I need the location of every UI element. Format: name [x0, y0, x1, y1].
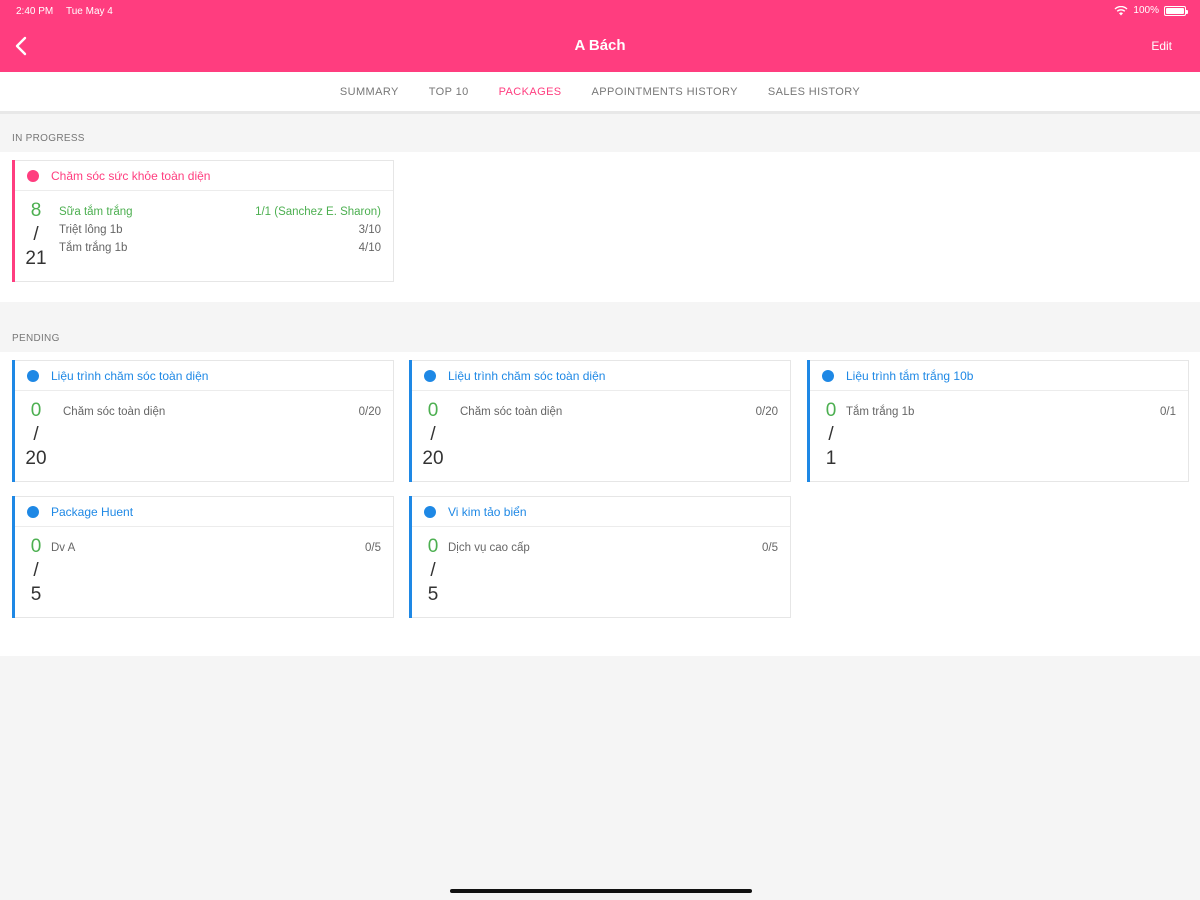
- service-row: Dịch vụ cao cấp 0/5: [448, 539, 778, 557]
- service-list: Chăm sóc toàn diện 0/20: [63, 403, 381, 421]
- count-separator: /: [33, 424, 39, 445]
- service-list: Sữa tắm trắng 1/1 (Sanchez E. Sharon) Tr…: [59, 203, 381, 257]
- service-name: Triệt lông 1b: [59, 224, 123, 236]
- package-card[interactable]: Liệu trình tắm trắng 10b 0 / 1 Tắm trắng…: [807, 360, 1189, 482]
- package-card[interactable]: Liệu trình chăm sóc toàn diện 0 / 20 Chă…: [409, 360, 791, 482]
- service-usage: 3/10: [358, 224, 381, 236]
- page-title: A Bách: [574, 37, 626, 54]
- card-header: Package Huent: [15, 497, 393, 527]
- status-dot-icon: [27, 370, 39, 382]
- count-total: 5: [30, 584, 42, 605]
- app-header: 2:40 PM Tue May 4 100% A Bách Edit: [0, 0, 1200, 72]
- package-card[interactable]: Liệu trình chăm sóc toàn diện 0 / 20 Chă…: [12, 360, 394, 482]
- service-row: Dv A 0/5: [51, 539, 381, 557]
- card-header: Liệu trình chăm sóc toàn diện: [412, 361, 790, 391]
- status-dot-icon: [27, 170, 39, 182]
- service-usage: 0/20: [755, 406, 778, 418]
- count-separator: /: [828, 424, 834, 445]
- card-title: Liệu trình chăm sóc toàn diện: [448, 369, 606, 383]
- count-done: 0: [825, 400, 837, 421]
- count-total: 20: [422, 448, 444, 469]
- count-done: 0: [427, 400, 439, 421]
- card-header: Liệu trình chăm sóc toàn diện: [15, 361, 393, 391]
- service-row: Tắm trắng 1b 4/10: [59, 239, 381, 257]
- service-usage: 0/5: [365, 542, 381, 554]
- service-row: Chăm sóc toàn diện 0/20: [63, 403, 381, 421]
- status-bar: 2:40 PM Tue May 4 100%: [0, 0, 1200, 22]
- service-name: Sữa tắm trắng: [59, 206, 133, 218]
- package-card[interactable]: Package Huent 0 / 5 Dv A 0/5: [12, 496, 394, 618]
- usage-count: 0 / 5: [25, 535, 47, 607]
- wifi-icon: [1114, 5, 1128, 15]
- count-total: 5: [427, 584, 439, 605]
- card-title: Liệu trình chăm sóc toàn diện: [51, 369, 209, 383]
- tab-top-10[interactable]: TOP 10: [429, 86, 469, 98]
- package-card[interactable]: Chăm sóc sức khỏe toàn diện 8 / 21 Sữa t…: [12, 160, 394, 282]
- usage-count: 0 / 20: [25, 399, 47, 471]
- card-header: Liệu trình tắm trắng 10b: [810, 361, 1188, 391]
- service-list: Tắm trắng 1b 0/1: [846, 403, 1176, 421]
- service-list: Dv A 0/5: [51, 539, 381, 557]
- status-dot-icon: [424, 506, 436, 518]
- count-separator: /: [430, 560, 436, 581]
- service-usage: 0/20: [358, 406, 381, 418]
- card-title: Liệu trình tắm trắng 10b: [846, 369, 974, 383]
- usage-count: 0 / 20: [422, 399, 444, 471]
- service-row: Tắm trắng 1b 0/1: [846, 403, 1176, 421]
- service-list: Chăm sóc toàn diện 0/20: [460, 403, 778, 421]
- status-dot-icon: [27, 506, 39, 518]
- count-separator: /: [33, 224, 39, 245]
- service-row: Chăm sóc toàn diện 0/20: [460, 403, 778, 421]
- card-title: Package Huent: [51, 505, 134, 519]
- tab-appointments-history[interactable]: APPOINTMENTS HISTORY: [592, 86, 738, 98]
- status-time: 2:40 PM: [16, 6, 54, 17]
- service-name: Chăm sóc toàn diện: [460, 406, 563, 418]
- count-done: 8: [30, 200, 42, 221]
- service-name: Dịch vụ cao cấp: [448, 542, 530, 554]
- service-usage: 1/1 (Sanchez E. Sharon): [255, 206, 381, 218]
- battery-icon: [1164, 5, 1188, 16]
- card-header: Vi kim tảo biển: [412, 497, 790, 527]
- tab-bar: SUMMARY TOP 10 PACKAGES APPOINTMENTS HIS…: [0, 72, 1200, 114]
- count-separator: /: [33, 560, 39, 581]
- service-name: Dv A: [51, 542, 76, 554]
- service-usage: 0/5: [762, 542, 778, 554]
- service-row: Triệt lông 1b 3/10: [59, 221, 381, 239]
- count-done: 0: [30, 400, 42, 421]
- count-total: 20: [25, 448, 47, 469]
- status-dot-icon: [822, 370, 834, 382]
- edit-button[interactable]: Edit: [1151, 39, 1172, 53]
- package-card[interactable]: Vi kim tảo biển 0 / 5 Dịch vụ cao cấp 0/…: [409, 496, 791, 618]
- count-done: 0: [30, 536, 42, 557]
- status-right: 100%: [1114, 5, 1188, 16]
- usage-count: 8 / 21: [25, 199, 47, 271]
- status-date: Tue May 4: [66, 6, 113, 17]
- count-total: 1: [825, 448, 837, 469]
- tab-summary[interactable]: SUMMARY: [340, 86, 399, 98]
- battery-percent: 100%: [1133, 5, 1159, 16]
- card-title: Vi kim tảo biển: [448, 505, 527, 519]
- service-name: Tắm trắng 1b: [846, 406, 915, 418]
- service-row: Sữa tắm trắng 1/1 (Sanchez E. Sharon): [59, 203, 381, 221]
- card-header: Chăm sóc sức khỏe toàn diện: [15, 161, 393, 191]
- usage-count: 0 / 1: [820, 399, 842, 471]
- section-label-in-progress: IN PROGRESS: [12, 133, 85, 144]
- tab-sales-history[interactable]: SALES HISTORY: [768, 86, 860, 98]
- usage-count: 0 / 5: [422, 535, 444, 607]
- tab-packages[interactable]: PACKAGES: [499, 86, 562, 98]
- service-usage: 0/1: [1160, 406, 1176, 418]
- status-dot-icon: [424, 370, 436, 382]
- service-list: Dịch vụ cao cấp 0/5: [448, 539, 778, 557]
- count-separator: /: [430, 424, 436, 445]
- service-name: Tắm trắng 1b: [59, 242, 128, 254]
- count-done: 0: [427, 536, 439, 557]
- service-name: Chăm sóc toàn diện: [63, 406, 166, 418]
- home-indicator[interactable]: [450, 889, 752, 893]
- section-label-pending: PENDING: [12, 333, 60, 344]
- card-title: Chăm sóc sức khỏe toàn diện: [51, 169, 211, 183]
- count-total: 21: [25, 248, 47, 269]
- service-usage: 4/10: [358, 242, 381, 254]
